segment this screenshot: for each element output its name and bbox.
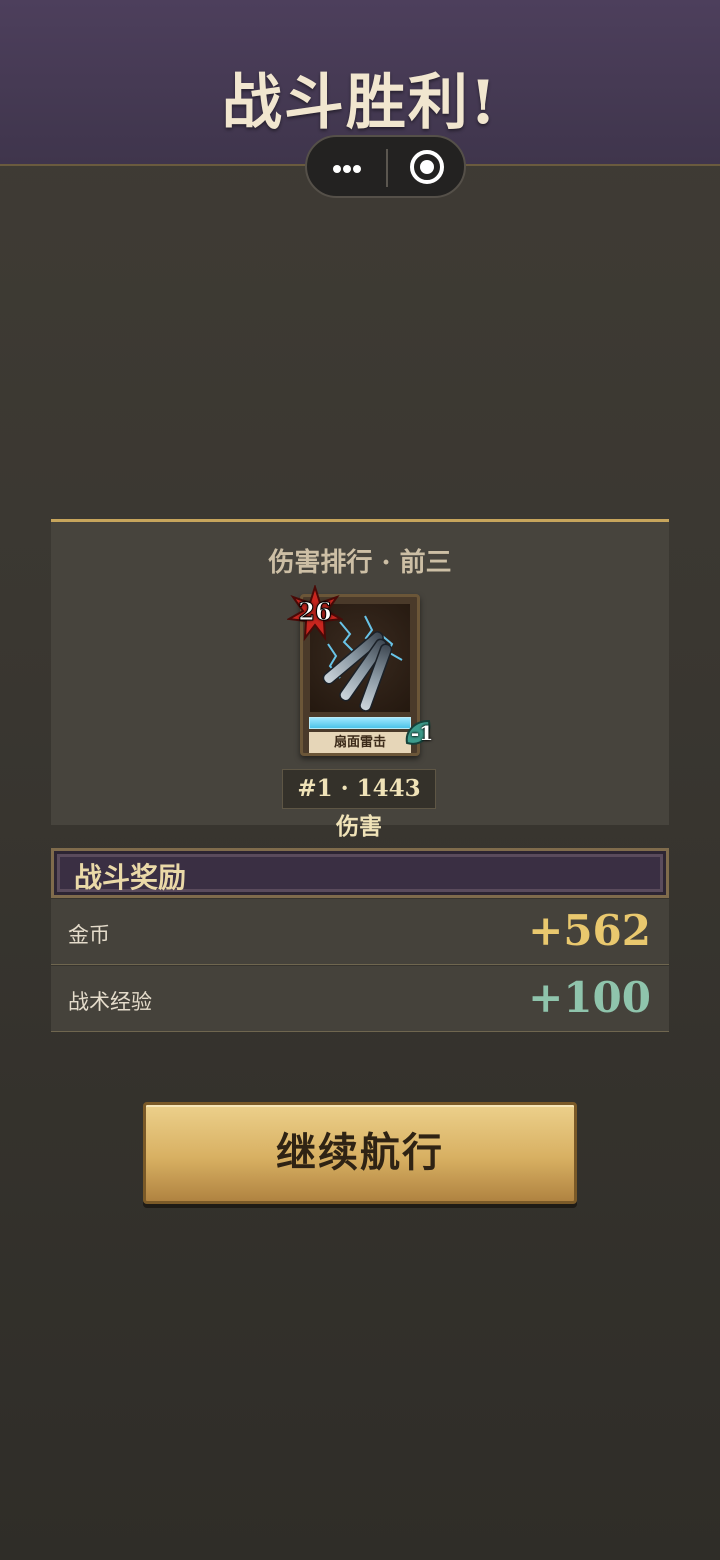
reward-value: +100 — [528, 973, 651, 1022]
mini-program-capsule — [305, 135, 466, 198]
rank-damage-line: #1 · 1443 伤害 — [282, 769, 436, 840]
card-cost: 26 — [298, 597, 332, 627]
reward-value: +562 — [528, 906, 651, 955]
page-title: 战斗胜利! — [221, 68, 499, 138]
continue-voyage-button[interactable]: 继续航行 — [143, 1102, 577, 1204]
reward-row-tactical-exp: 战术经验 +100 — [51, 966, 669, 1032]
reward-label: 金币 — [68, 923, 110, 947]
card-name: 扇面雷击 — [309, 732, 411, 753]
rewards-title: 战斗奖励 — [74, 861, 187, 894]
damage-ranking-panel: 伤害排行 · 前三 扇面雷击 26 -1 #1 · 1443 伤害 — [51, 519, 669, 840]
card-badge-value: -1 — [410, 721, 434, 745]
more-dots-icon[interactable] — [325, 147, 369, 187]
reward-label: 战术经验 — [68, 990, 152, 1014]
capsule-divider — [386, 149, 388, 187]
target-icon[interactable] — [410, 150, 444, 184]
card-energy-bar — [309, 717, 411, 729]
rewards-header: 战斗奖励 — [51, 848, 669, 898]
reward-row-gold: 金币 +562 — [51, 899, 669, 965]
battle-rewards-panel: 战斗奖励 金币 +562 战术经验 +100 — [51, 848, 669, 1032]
skill-card[interactable]: 扇面雷击 26 -1 — [287, 585, 433, 756]
ranking-title: 伤害排行 · 前三 — [268, 548, 452, 578]
